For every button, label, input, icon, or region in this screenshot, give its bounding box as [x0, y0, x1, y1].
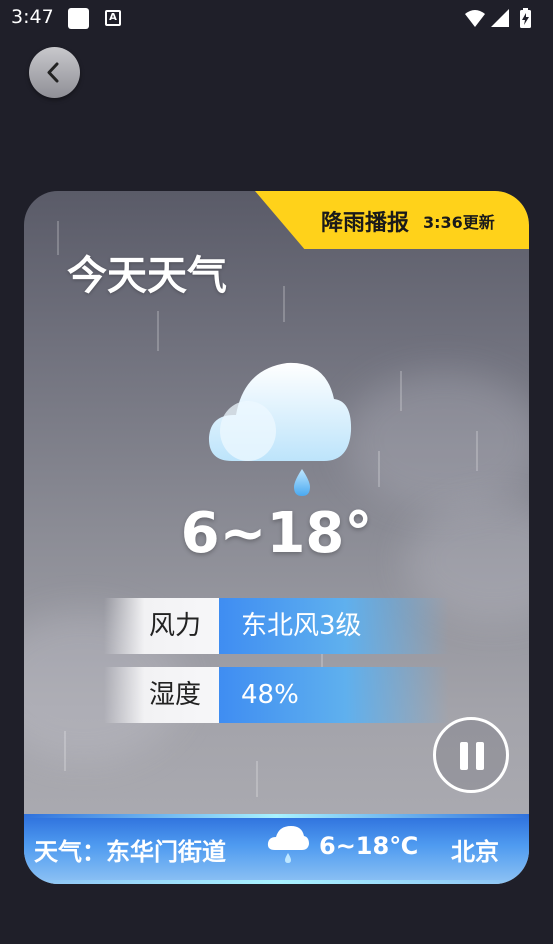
wind-row: 风力 东北风3级 [104, 598, 449, 654]
rain-decor [157, 311, 159, 351]
temperature-range: 6~18° [180, 501, 373, 566]
rain-report-badge: 降雨播报 3:36更新 [255, 191, 529, 249]
a-app-icon: A [105, 10, 121, 26]
chevron-left-icon [47, 62, 59, 83]
humidity-value: 48% [219, 667, 449, 723]
wind-value: 东北风3级 [219, 598, 449, 654]
ticker-next-city: 北京 [451, 838, 499, 866]
cloud-rain-icon [266, 824, 310, 870]
rain-decor [256, 761, 258, 797]
battery-icon [520, 8, 531, 28]
page-title: 今天天气 [67, 253, 227, 299]
rain-decor [64, 731, 66, 771]
ticker-temperature: 6~18℃ [319, 832, 419, 860]
system-icons [463, 7, 543, 35]
rain-decor [378, 451, 380, 487]
wifi-icon [465, 10, 485, 27]
weather-ticker: 天气：东华门街道 6~18℃ 北京 [24, 814, 529, 884]
rain-decor [476, 431, 478, 471]
pause-button[interactable] [433, 717, 509, 793]
status-bar: 3:47 A [0, 0, 553, 38]
rain-decor [400, 371, 402, 411]
humidity-label: 湿度 [104, 667, 219, 723]
signal-icon [491, 9, 509, 27]
status-time: 3:47 [11, 6, 54, 28]
rain-decor [57, 221, 59, 255]
badge-update-time: 3:36更新 [423, 213, 495, 232]
humidity-row: 湿度 48% [104, 667, 449, 723]
back-button[interactable] [29, 47, 80, 98]
wind-label: 风力 [104, 598, 219, 654]
cloud-rain-icon [204, 359, 354, 503]
rain-decor [283, 286, 285, 322]
square-app-icon [68, 8, 89, 29]
badge-title: 降雨播报 [321, 211, 410, 236]
weather-card: 降雨播报 3:36更新 今天天气 6~18° 风力 东北风3级 湿度 48% 天… [24, 191, 529, 884]
ticker-location: 天气：东华门街道 [34, 838, 226, 866]
fog-decor [344, 371, 529, 511]
